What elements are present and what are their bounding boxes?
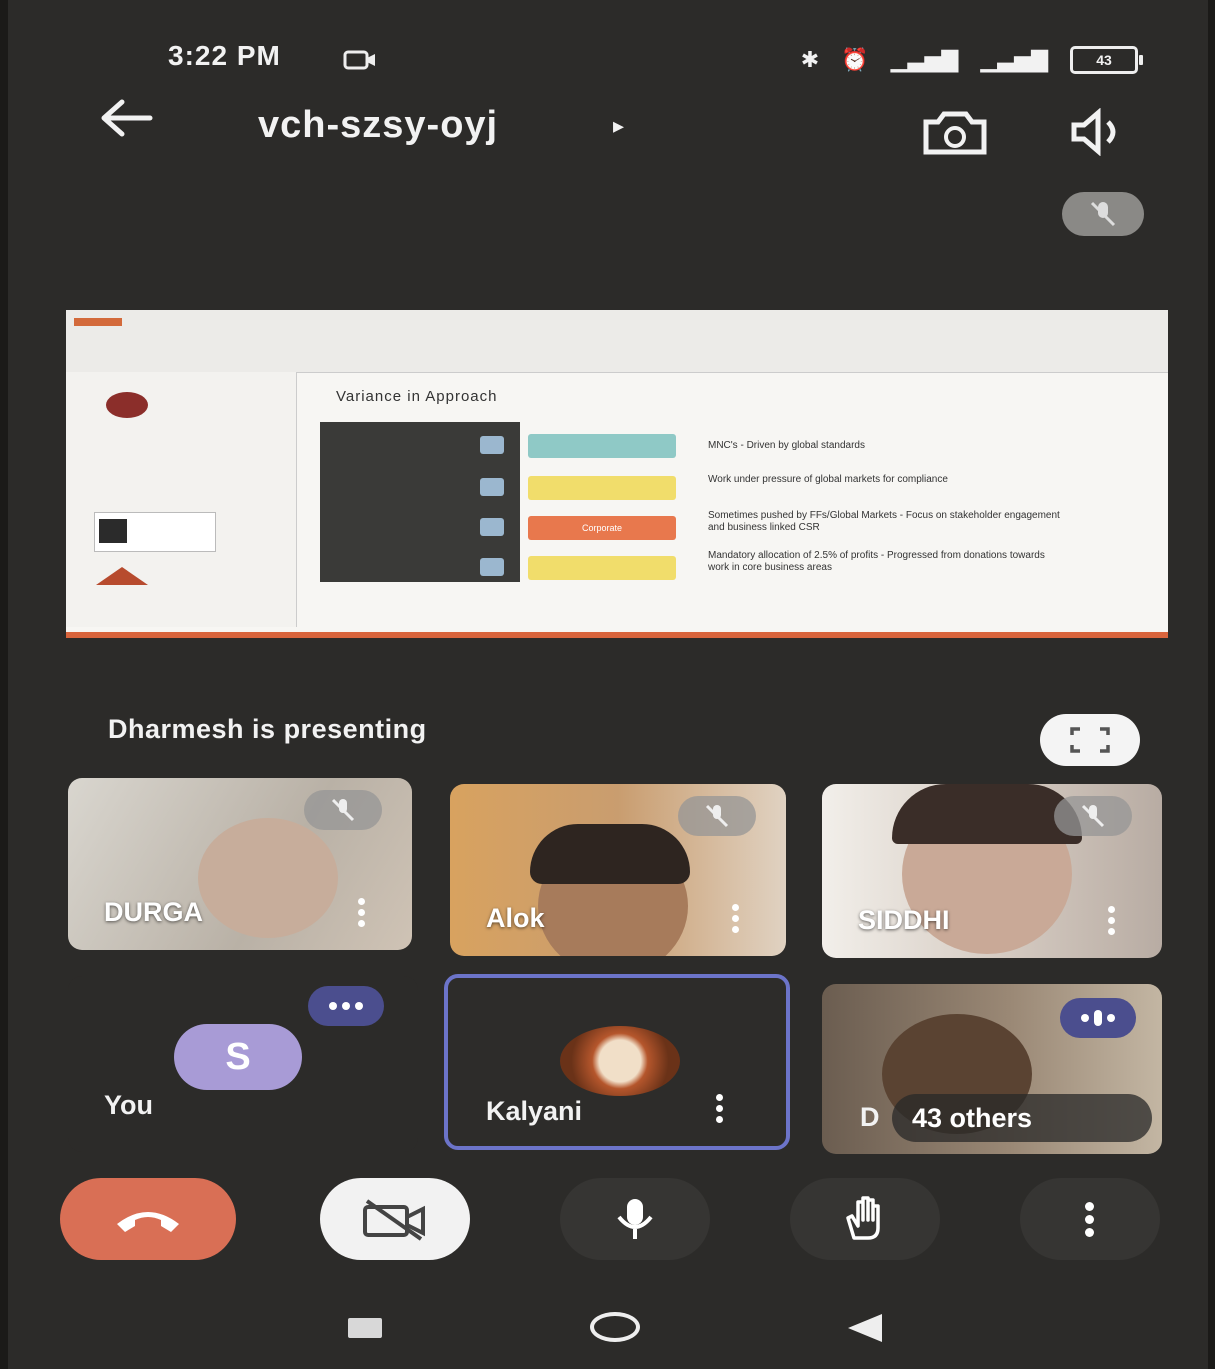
mic-off-icon [1054, 796, 1132, 836]
mic-off-icon [678, 796, 756, 836]
phone-hangup-icon [117, 1212, 179, 1232]
slide-bar-4 [528, 556, 676, 580]
meeting-info-caret-icon[interactable]: ▸ [613, 113, 624, 139]
others-count[interactable]: 43 others [892, 1094, 1152, 1142]
participant-tile-others[interactable]: D 43 others [822, 984, 1162, 1154]
slide-bullet: Sometimes pushed by FFs/Global Markets -… [708, 510, 1060, 533]
avatar [560, 1026, 680, 1096]
participant-tile-siddhi[interactable]: SIDDHI [822, 784, 1162, 958]
mic-off-icon [304, 790, 382, 830]
raise-hand-button[interactable] [790, 1178, 940, 1260]
speaking-indicator-icon [308, 986, 384, 1026]
shared-screen: Variance in Approach Corporate MNC's - D… [66, 310, 1168, 638]
more-vert-icon[interactable] [732, 904, 740, 934]
slide-image [320, 422, 520, 582]
back-button[interactable] [848, 1314, 882, 1342]
end-call-button[interactable] [60, 1178, 236, 1260]
signal-1-icon: ▁▃▅▇ [890, 47, 959, 72]
slide-thumbnail-panel [66, 372, 297, 627]
participant-tile-alok[interactable]: Alok [450, 784, 786, 956]
participant-tile-you[interactable]: S You [68, 976, 418, 1152]
recents-button[interactable] [348, 1318, 382, 1338]
participant-tile-durga[interactable]: DURGA [68, 778, 412, 950]
status-time: 3:22 PM [168, 40, 281, 71]
microphone-button[interactable] [560, 1178, 710, 1260]
participant-name: You [104, 1090, 153, 1120]
more-options-button[interactable] [1020, 1178, 1160, 1260]
home-button[interactable] [590, 1312, 640, 1342]
slide-bullet: Work under pressure of global markets fo… [708, 474, 948, 485]
slide-bar-1 [528, 434, 676, 458]
speaker-icon[interactable] [1066, 107, 1132, 157]
presenting-label: Dharmesh is presenting [108, 714, 427, 744]
battery-icon: 43 [1070, 46, 1143, 74]
screen-record-icon [343, 48, 377, 77]
more-vert-icon[interactable] [358, 898, 366, 928]
phone-screen: 3:22 PM ✱ ⏰ ▁▃▅▇ ▁▃▅▇ 43 vch-szsy-oyj ▸ … [8, 0, 1208, 1369]
switch-camera-icon[interactable] [920, 108, 990, 156]
presenter-mic-off-icon [1062, 192, 1144, 236]
participant-name: DURGA [104, 897, 203, 927]
meeting-code[interactable]: vch-szsy-oyj [258, 104, 498, 147]
presentation-ribbon [66, 310, 1168, 373]
microphone-icon [617, 1199, 653, 1239]
fullscreen-icon[interactable] [1040, 714, 1140, 766]
camera-toggle-button[interactable] [320, 1178, 470, 1260]
more-vert-icon [1085, 1201, 1095, 1237]
participant-name: D [860, 1102, 880, 1132]
signal-2-icon: ▁▃▅▇ [980, 47, 1048, 72]
speaking-indicator-icon [1060, 998, 1136, 1038]
more-vert-icon[interactable] [716, 1094, 724, 1124]
slide-bar-2 [528, 476, 676, 500]
back-arrow-icon[interactable] [96, 96, 156, 140]
avatar: S [174, 1024, 302, 1090]
participant-name: Kalyani [486, 1096, 583, 1126]
participant-name: SIDDHI [858, 905, 950, 935]
bluetooth-icon: ✱ [800, 47, 820, 72]
slide-bullet: Mandatory allocation of 2.5% of profits … [708, 550, 1045, 573]
participant-name: Alok [486, 903, 545, 933]
alarm-icon: ⏰ [841, 47, 869, 72]
camera-off-icon [363, 1199, 425, 1241]
slide-title: Variance in Approach [336, 388, 498, 405]
raise-hand-icon [846, 1196, 880, 1240]
slide-bullet: MNC's - Driven by global standards [708, 440, 865, 451]
more-vert-icon[interactable] [1108, 906, 1116, 936]
participant-tile-kalyani[interactable]: Kalyani [444, 974, 790, 1150]
slide-bar-3: Corporate [528, 516, 676, 540]
status-icons: ✱ ⏰ ▁▃▅▇ ▁▃▅▇ 43 [800, 46, 1143, 74]
